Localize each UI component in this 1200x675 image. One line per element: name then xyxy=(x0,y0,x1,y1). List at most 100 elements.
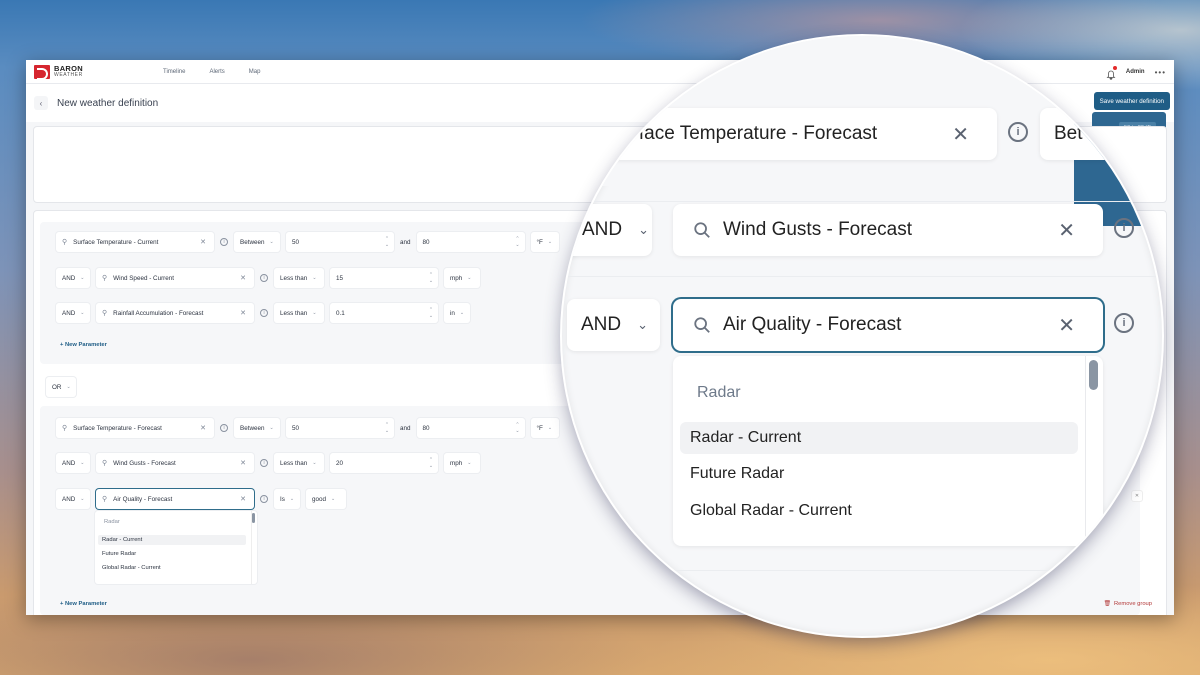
close-icon[interactable]: ✕ xyxy=(240,459,246,467)
search-icon: ⚲ xyxy=(102,275,108,282)
unit-select[interactable]: mph ⌄ xyxy=(444,453,480,473)
dropdown-group-header: Radar xyxy=(697,384,741,401)
nav-map[interactable]: Map xyxy=(249,69,261,75)
stepper-icon: ⌃ ⌄ xyxy=(428,272,434,284)
search-icon: ⚲ xyxy=(62,425,68,432)
zoomed-operator-select[interactable]: Bet xyxy=(1040,108,1160,160)
operator-select[interactable]: Less than ⌄ xyxy=(274,453,324,473)
close-icon[interactable]: ✕ xyxy=(200,424,206,432)
info-icon[interactable]: i xyxy=(1008,122,1028,142)
condition-row: ⚲ Surface Temperature - Forecast ✕ i Betwe… xyxy=(56,418,559,438)
info-icon[interactable]: i xyxy=(1114,313,1134,333)
search-icon: ⚲ xyxy=(102,310,108,317)
stepper-icon: ⌃ ⌄ xyxy=(384,422,390,434)
value-input[interactable]: 20 ⌃ ⌄ xyxy=(330,453,438,473)
chevron-down-icon: ⌄ xyxy=(312,275,317,281)
group-connector-select[interactable]: OR ⌄ xyxy=(46,377,76,397)
connector-select[interactable]: AND ⌄ xyxy=(56,453,90,473)
new-parameter-button[interactable]: + New Parameter xyxy=(60,601,107,607)
value2-input[interactable]: 80 ⌃ ⌄ xyxy=(416,232,525,252)
parameter-dropdown: Radar Radar - Current Future Radar Globa… xyxy=(95,511,257,584)
unit-select[interactable]: mph ⌄ xyxy=(444,268,480,288)
nav-links: Timeline Alerts Map xyxy=(163,69,260,75)
parameter-search[interactable]: ⚲ Wind Gusts - Forecast ✕ xyxy=(96,453,254,473)
back-button[interactable]: ‹ xyxy=(34,96,48,110)
info-icon[interactable]: i xyxy=(260,459,268,467)
info-icon[interactable]: i xyxy=(220,424,228,432)
chevron-down-icon: ⌄ xyxy=(269,425,274,431)
parameter-search[interactable]: ⚲ Rainfall Accumulation - Forecast ✕ xyxy=(96,303,254,323)
chevron-down-icon: ⌄ xyxy=(80,496,85,502)
info-icon[interactable]: i xyxy=(260,309,268,317)
condition-row: AND ⌄ ⚲ Wind Speed - Current ✕ i Less than ⌄… xyxy=(56,268,480,288)
stepper-icon: ⌃ ⌄ xyxy=(515,422,520,434)
operator-select[interactable]: Between ⌄ xyxy=(234,232,280,252)
close-icon[interactable]: ✕ xyxy=(200,238,206,246)
parameter-search[interactable]: ⚲ Surface Temperature - Current ✕ xyxy=(56,232,214,252)
info-icon[interactable]: i xyxy=(260,495,268,503)
value-input[interactable]: 15 ⌃ ⌄ xyxy=(330,268,438,288)
condition-row: AND ⌄ ⚲ Air Quality - Forecast ✕ i Is ⌄ good… xyxy=(56,489,346,509)
scrollbar-thumb[interactable] xyxy=(1089,360,1098,390)
value-select[interactable]: good ⌄ xyxy=(306,489,346,509)
stepper-icon: ⌃ ⌄ xyxy=(428,307,434,319)
scrollbar[interactable] xyxy=(251,511,257,584)
chevron-down-icon: ⌄ xyxy=(66,384,71,390)
search-icon: ⚲ xyxy=(62,239,68,246)
close-icon[interactable]: ✕ xyxy=(240,274,246,282)
close-icon[interactable]: ✕ xyxy=(952,122,969,147)
unit-select[interactable]: °F ⌄ xyxy=(530,418,559,438)
scrollbar[interactable] xyxy=(1085,356,1103,546)
value-input[interactable]: 50 ⌃ ⌄ xyxy=(286,418,394,438)
parameter-search[interactable]: ⚲ Surface Temperature - Forecast ✕ xyxy=(56,418,214,438)
zoomed-connector-select[interactable]: AND ⌄ xyxy=(567,299,660,351)
dropdown-option[interactable]: Global Radar - Current xyxy=(98,563,246,573)
brand-logo[interactable]: BARON WEATHER xyxy=(34,64,83,80)
dropdown-group-header: Radar xyxy=(104,519,120,525)
parameter-search[interactable]: ⚲ Wind Speed - Current ✕ xyxy=(96,268,254,288)
zoomed-connector-select[interactable]: AND ⌄ xyxy=(562,204,652,256)
close-icon[interactable]: ✕ xyxy=(240,309,246,317)
operator-select[interactable]: Between ⌄ xyxy=(234,418,280,438)
zoomed-parameter-search-focused[interactable]: Air Quality - Forecast ✕ xyxy=(673,299,1103,351)
zoomed-parameter-search[interactable]: urface Temperature - Forecast ✕ xyxy=(562,108,997,160)
close-icon[interactable]: ✕ xyxy=(240,495,246,503)
new-parameter-button[interactable]: + New Parameter xyxy=(60,342,107,348)
unit-select[interactable]: °F ⌄ xyxy=(530,232,559,252)
condition-row: AND ⌄ ⚲ Wind Gusts - Forecast ✕ i Less than… xyxy=(56,453,480,473)
connector-select[interactable]: AND ⌄ xyxy=(56,489,90,509)
operator-select[interactable]: Less than ⌄ xyxy=(274,303,324,323)
search-icon xyxy=(694,222,710,238)
chevron-down-icon: ⌄ xyxy=(467,275,472,281)
scrollbar-thumb[interactable] xyxy=(252,513,255,523)
magnifier-lens: urface Temperature - Forecast ✕ i Bet AN… xyxy=(562,36,1162,636)
operator-select[interactable]: Less than ⌄ xyxy=(274,268,324,288)
close-icon[interactable]: ✕ xyxy=(1058,218,1075,243)
nav-alerts[interactable]: Alerts xyxy=(209,69,224,75)
dropdown-option[interactable]: Future Radar xyxy=(680,458,1078,490)
nav-timeline[interactable]: Timeline xyxy=(163,69,185,75)
connector-select[interactable]: AND ⌄ xyxy=(56,303,90,323)
logo-mark-icon xyxy=(34,64,50,80)
value-input[interactable]: 0.1 ⌃ ⌄ xyxy=(330,303,438,323)
close-icon[interactable]: ✕ xyxy=(1058,313,1075,338)
info-icon[interactable]: i xyxy=(260,274,268,282)
value-input[interactable]: 50 ⌃ ⌄ xyxy=(286,232,394,252)
unit-select[interactable]: in ⌄ xyxy=(444,303,470,323)
chevron-down-icon: ⌄ xyxy=(289,496,295,502)
dropdown-option[interactable]: Global Radar - Current xyxy=(680,495,1078,527)
dropdown-option[interactable]: Radar - Current xyxy=(680,422,1078,454)
connector-select[interactable]: AND ⌄ xyxy=(56,268,90,288)
value2-input[interactable]: 80 ⌃ ⌄ xyxy=(416,418,525,438)
info-icon[interactable]: i xyxy=(1114,218,1134,238)
chevron-down-icon: ⌄ xyxy=(459,310,465,316)
chevron-down-icon: ⌄ xyxy=(638,222,650,237)
operator-select[interactable]: Is ⌄ xyxy=(274,489,300,509)
info-icon[interactable]: i xyxy=(220,238,228,246)
dropdown-option[interactable]: Radar - Current xyxy=(98,535,246,545)
parameter-search-focused[interactable]: ⚲ Air Quality - Forecast ✕ xyxy=(96,489,254,509)
chevron-down-icon: ⌄ xyxy=(547,239,553,245)
zoomed-parameter-search[interactable]: Wind Gusts - Forecast ✕ xyxy=(673,204,1103,256)
dropdown-option[interactable]: Future Radar xyxy=(98,549,246,559)
chevron-down-icon: ⌄ xyxy=(312,310,317,316)
